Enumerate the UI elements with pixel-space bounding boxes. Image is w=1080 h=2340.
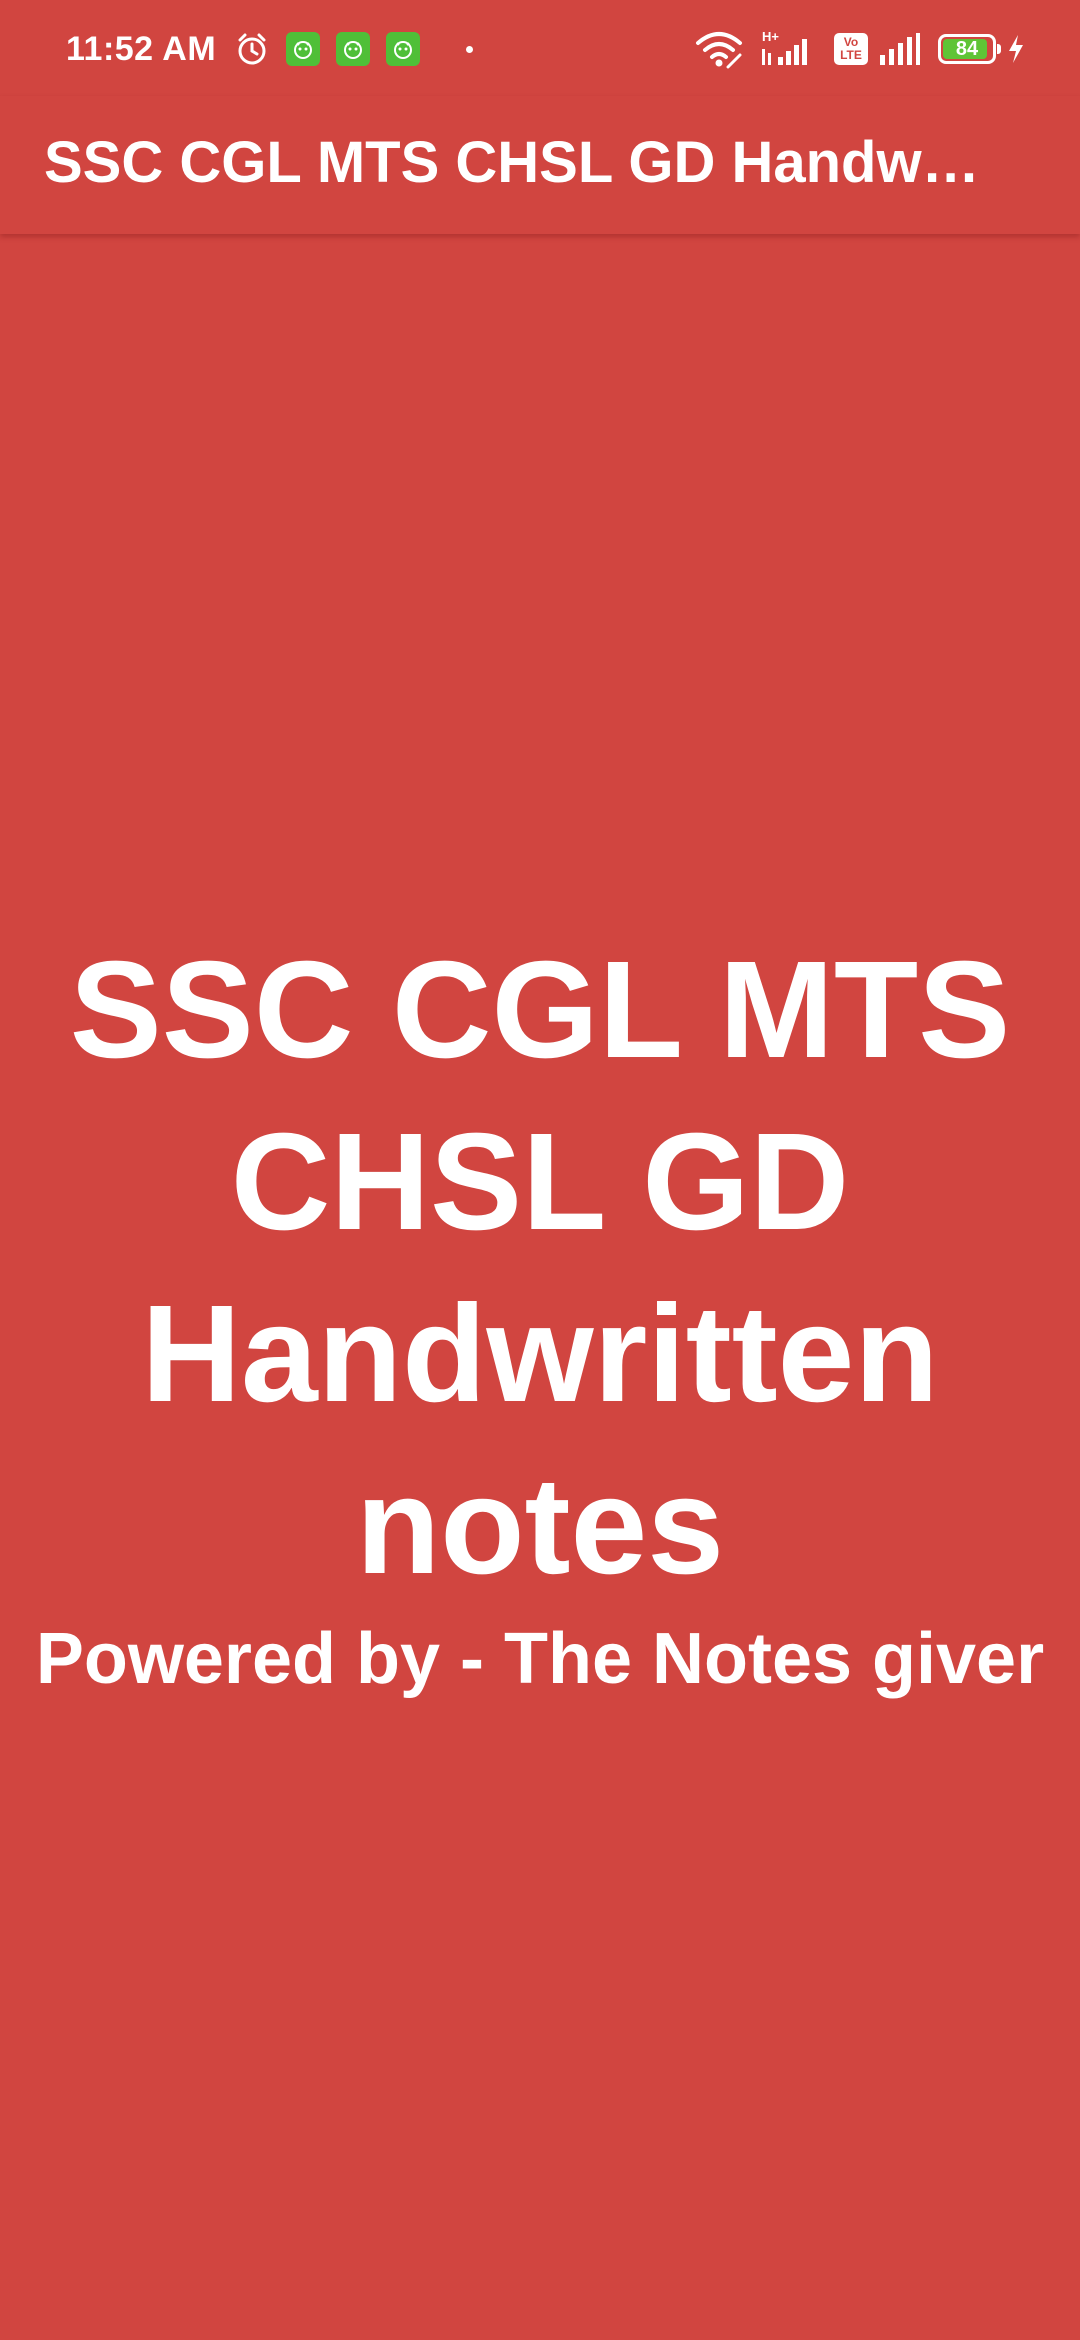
cell-signal-icon [878,31,922,67]
battery-level: 84 [955,37,979,60]
app-notification-icon [286,32,321,66]
mobile-signal-h-plus-icon: H+ [758,29,818,69]
status-bar-left: 11:52 AM [66,26,474,72]
status-bar: 11:52 AM H+ Vo LTE 84 [0,0,1080,96]
volte-label-bottom: LTE [840,48,862,62]
app-notification-icon [336,32,371,66]
app-notification-icon [386,32,421,66]
battery-cap [997,44,1001,54]
network-badge-text: H+ [762,29,779,44]
alarm-icon [234,31,270,67]
splash-subtitle: Powered by - The Notes giver [35,1619,1045,1699]
wifi-icon [694,29,744,69]
battery-icon: 84 [938,34,1001,64]
charging-bolt-icon [1006,33,1026,65]
status-time: 11:52 AM [66,29,217,68]
splash-title: SSC CGL MTS CHSL GD Handwritten notes [69,933,1011,1603]
status-bar-right: H+ Vo LTE 84 [694,24,1026,74]
app-bar-title: SSC CGL MTS CHSL GD Handwritten notes [44,130,984,195]
volte-badge: Vo LTE [834,33,868,65]
splash-content: SSC CGL MTS CHSL GD Handwritten notes Po… [0,234,1080,2340]
app-bar: SSC CGL MTS CHSL GD Handwritten notes [0,96,1080,234]
more-notifications-dot-icon [466,45,474,53]
